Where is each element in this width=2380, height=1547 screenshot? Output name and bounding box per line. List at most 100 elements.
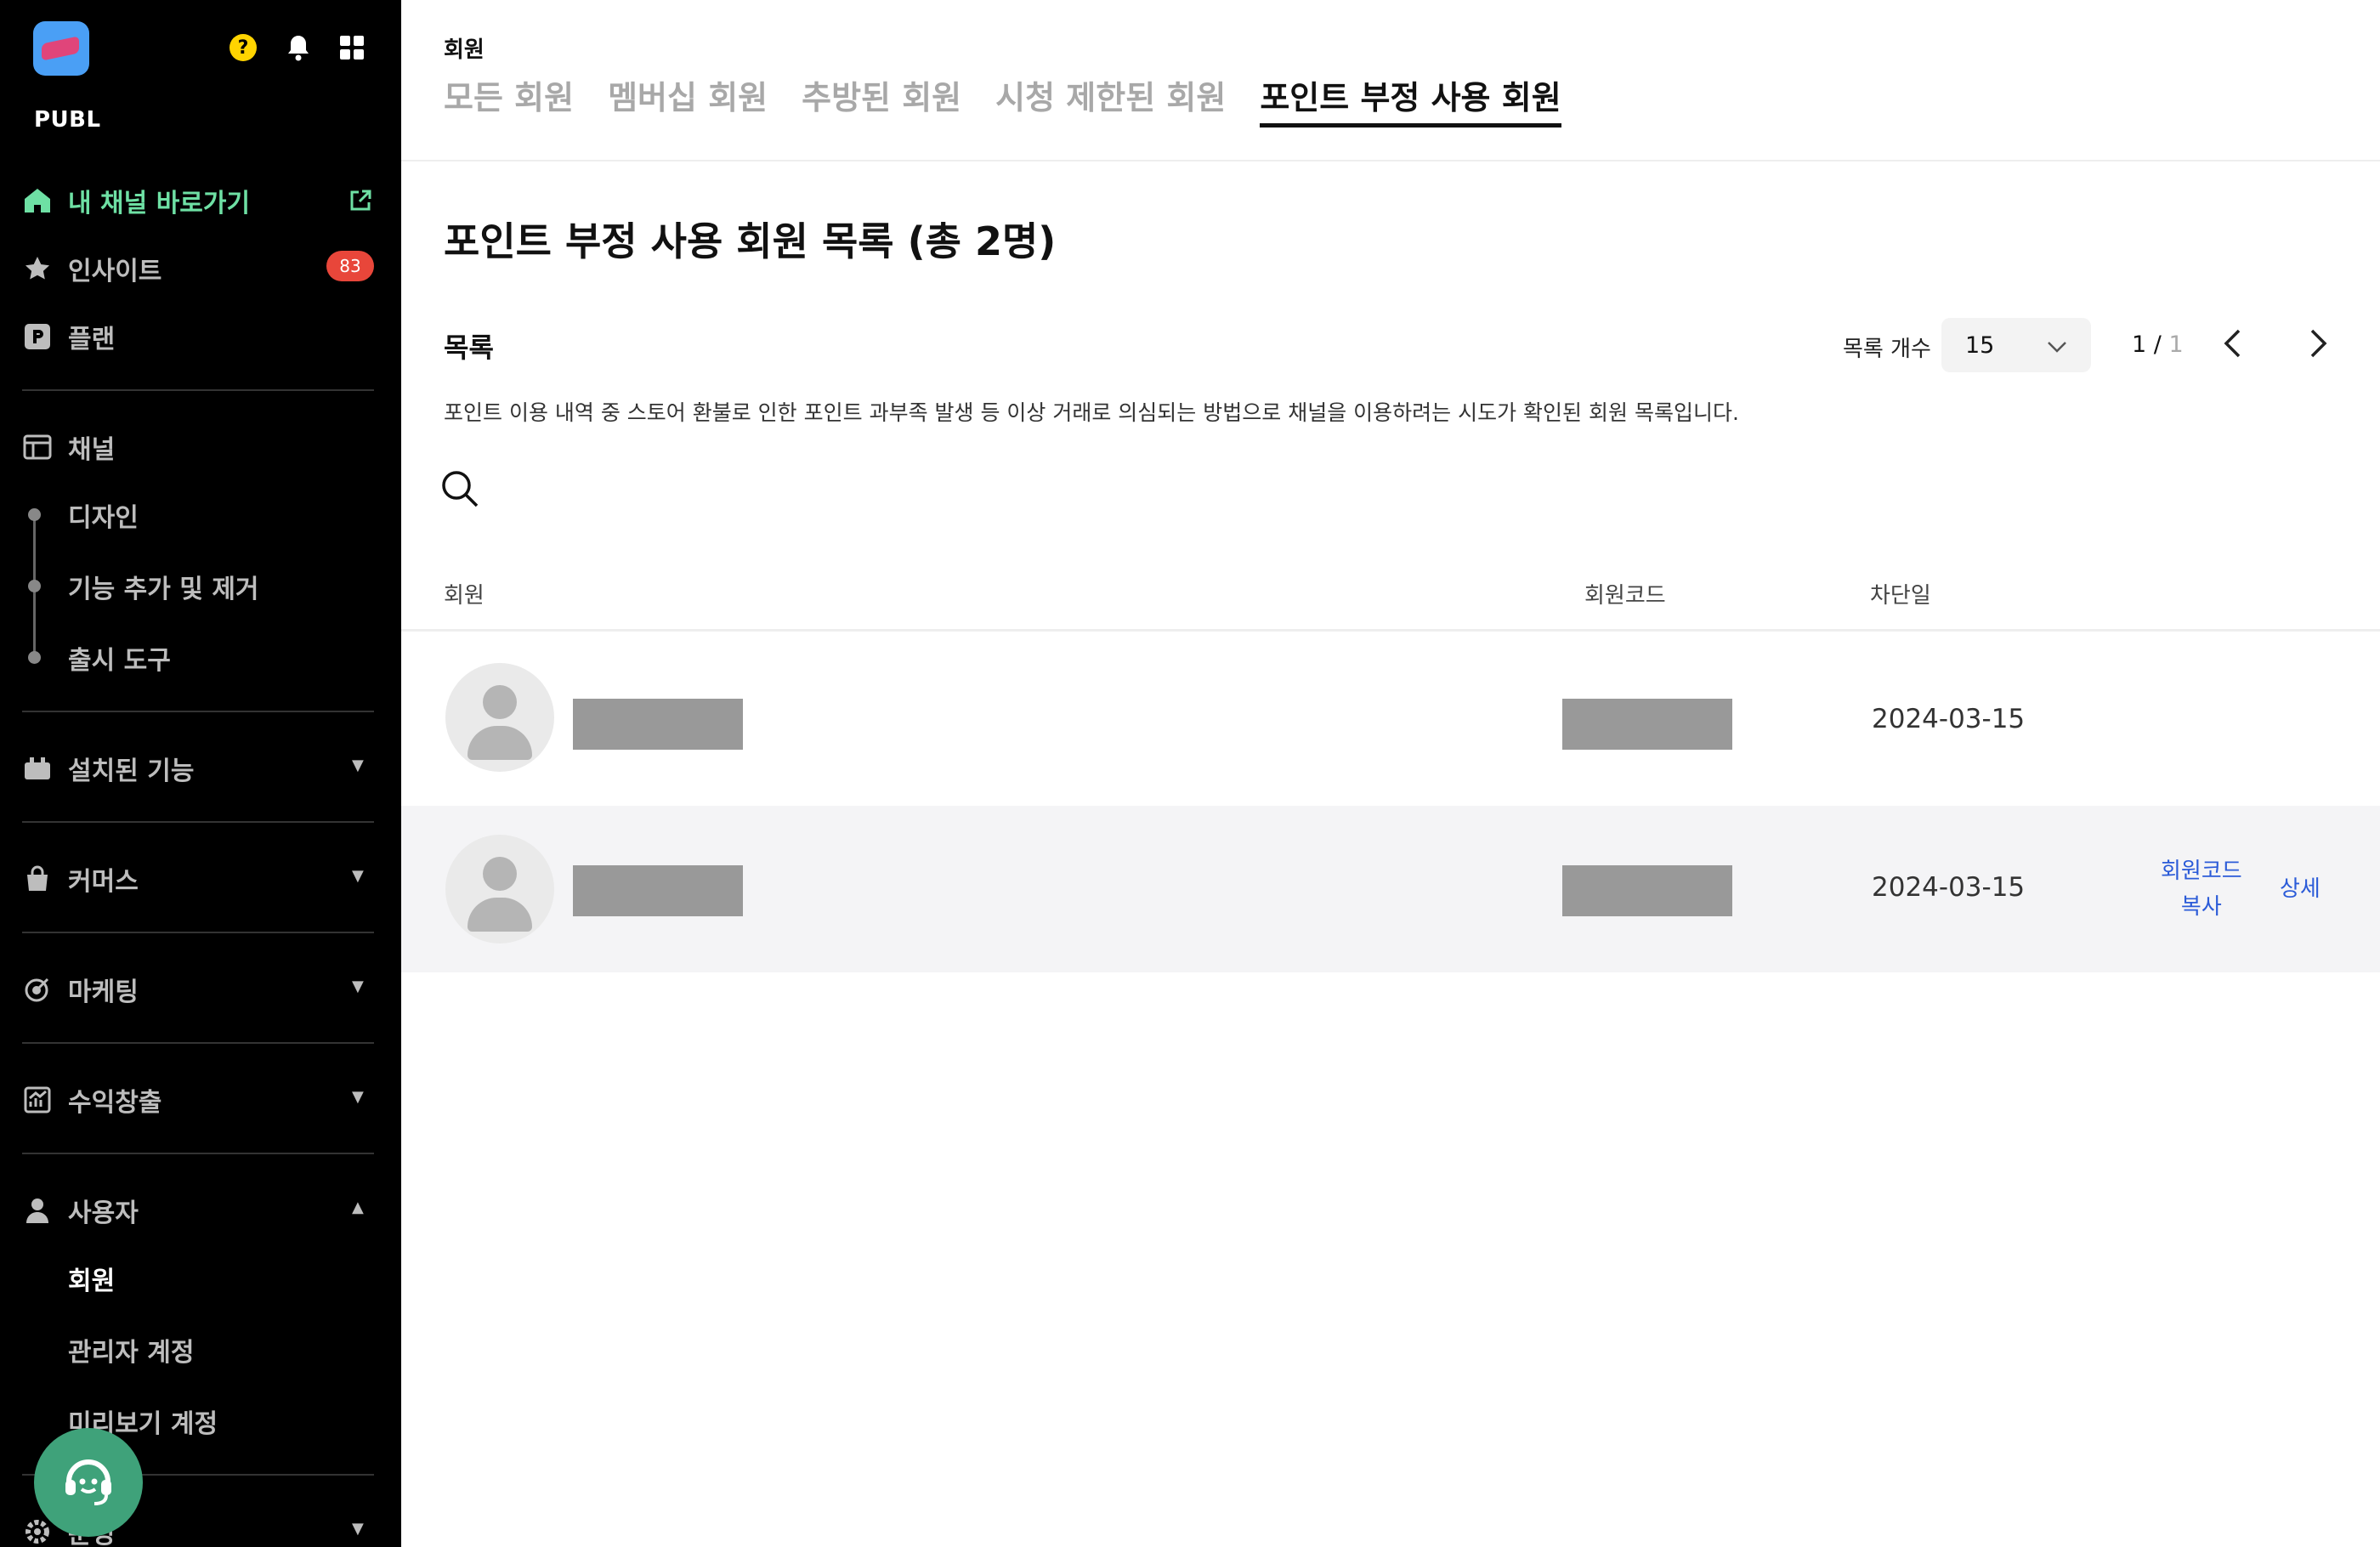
sidebar-item-label: 커머스 <box>68 867 139 897</box>
pagination-status: 1 / 1 <box>2132 332 2184 358</box>
sidebar: PUBL ? 내 채널 바로가기 인사이트 83 플랜 채널 디자인 기능 추가… <box>0 0 401 1547</box>
sidebar-item-launch-tools[interactable]: 출시 도구 <box>68 639 171 677</box>
pagination-current: 1 <box>2132 332 2147 358</box>
sidebar-item-channel-shortcut[interactable]: 내 채널 바로가기 <box>22 182 250 219</box>
sidebar-item-monetization[interactable]: 수익창출 <box>22 1081 162 1119</box>
home-icon <box>22 185 53 216</box>
column-header-member: 회원 <box>444 583 484 609</box>
target-icon <box>22 974 53 1005</box>
blocked-date: 2024-03-15 <box>1872 872 2026 903</box>
next-page-button[interactable] <box>2305 328 2331 362</box>
redacted-member-name <box>573 865 743 916</box>
header-divider <box>401 160 2380 162</box>
tab-restricted-members[interactable]: 시청 제한된 회원 <box>995 71 1226 128</box>
chevron-down-icon[interactable]: ▼ <box>352 1520 364 1538</box>
tree-dot <box>28 651 41 664</box>
page-size-label: 목록 개수 <box>1843 337 1931 362</box>
table-header-divider <box>401 629 2380 632</box>
chevron-down-icon[interactable]: ▼ <box>352 867 364 885</box>
sidebar-item-channel[interactable]: 채널 <box>22 428 115 466</box>
sidebar-item-label: 설치된 기능 <box>68 756 195 786</box>
column-header-blocked-date: 차단일 <box>1870 583 1931 609</box>
chevron-down-icon <box>2047 332 2067 359</box>
channel-name: PUBL <box>34 107 101 133</box>
tab-membership-members[interactable]: 멤버십 회원 <box>608 71 768 128</box>
detail-link[interactable]: 상세 <box>2280 871 2320 907</box>
sidebar-item-marketing[interactable]: 마케팅 <box>22 971 139 1008</box>
sidebar-divider <box>22 932 374 933</box>
copy-member-code-label: 복사 <box>2180 894 2222 920</box>
sidebar-divider <box>22 389 374 391</box>
chevron-up-icon[interactable]: ▲ <box>352 1198 364 1216</box>
sidebar-divider <box>22 821 374 823</box>
sidebar-item-design[interactable]: 디자인 <box>68 496 139 534</box>
sidebar-item-insight[interactable]: 인사이트 <box>22 250 162 287</box>
plugin-icon <box>22 753 53 784</box>
sidebar-item-commerce[interactable]: 커머스 <box>22 860 139 898</box>
apps-grid-icon[interactable] <box>340 36 364 60</box>
support-chat-button[interactable] <box>34 1428 143 1537</box>
sidebar-item-plan[interactable]: 플랜 <box>22 318 115 355</box>
tab-banned-members[interactable]: 추방된 회원 <box>802 71 961 128</box>
sidebar-item-members[interactable]: 회원 <box>68 1260 115 1297</box>
main-content: 회원 모든 회원 멤버십 회원 추방된 회원 시청 제한된 회원 포인트 부정 … <box>401 0 2380 1547</box>
copy-member-code-button[interactable]: 회원코드 복사 <box>2161 853 2242 925</box>
redacted-member-code <box>1562 699 1732 750</box>
shopping-bag-icon <box>22 864 53 894</box>
redacted-member-name <box>573 699 743 750</box>
app-logo[interactable] <box>33 21 89 76</box>
headset-icon <box>59 1451 118 1514</box>
redacted-member-code <box>1562 865 1732 916</box>
sidebar-item-users[interactable]: 사용자 <box>22 1192 139 1229</box>
pagination-total: 1 <box>2168 332 2184 358</box>
sidebar-item-installed-features[interactable]: 설치된 기능 <box>22 750 194 787</box>
sidebar-top-icons: ? <box>230 34 364 61</box>
page-size-select[interactable]: 15 <box>1941 318 2091 372</box>
star-icon <box>22 253 53 284</box>
sidebar-divider <box>22 711 374 712</box>
plan-p-icon <box>22 321 53 352</box>
external-link-icon[interactable] <box>348 189 372 216</box>
sidebar-item-feature-add-remove[interactable]: 기능 추가 및 제거 <box>68 568 259 605</box>
help-icon[interactable]: ? <box>230 34 257 61</box>
column-header-member-code: 회원코드 <box>1584 583 1666 609</box>
avatar <box>445 835 554 944</box>
list-description: 포인트 이용 내역 중 스토어 환불로 인한 포인트 과부족 발생 등 이상 거… <box>444 400 1739 425</box>
layout-icon <box>22 432 53 462</box>
gear-icon <box>22 1516 53 1547</box>
sidebar-item-label: 수익창출 <box>68 1088 162 1118</box>
sidebar-divider <box>22 1153 374 1154</box>
table-row[interactable]: 2024-03-15 <box>401 636 2380 802</box>
sidebar-item-label: 채널 <box>68 435 116 465</box>
tab-all-members[interactable]: 모든 회원 <box>444 71 574 128</box>
sidebar-divider <box>22 1042 374 1044</box>
previous-page-button[interactable] <box>2220 328 2246 362</box>
chevron-left-icon <box>2220 329 2246 362</box>
sidebar-item-admin-accounts[interactable]: 관리자 계정 <box>68 1331 194 1368</box>
bell-icon[interactable] <box>286 34 311 61</box>
list-section-title: 목록 <box>444 332 494 364</box>
page-title: 포인트 부정 사용 회원 목록 (총 2명) <box>444 218 1057 264</box>
chevron-down-icon[interactable]: ▼ <box>352 978 364 995</box>
sidebar-item-label: 내 채널 바로가기 <box>68 189 251 218</box>
user-icon <box>22 1195 53 1226</box>
page-size-value: 15 <box>1965 332 1995 359</box>
chart-icon <box>22 1085 53 1115</box>
blocked-date: 2024-03-15 <box>1872 704 2026 734</box>
insight-count-badge: 83 <box>326 251 374 281</box>
breadcrumb: 회원 <box>444 37 484 63</box>
tree-dot <box>28 580 41 592</box>
search-icon[interactable] <box>440 469 479 512</box>
chevron-right-icon <box>2305 329 2331 362</box>
chevron-down-icon[interactable]: ▼ <box>352 1088 364 1106</box>
copy-member-code-label: 회원코드 <box>2161 858 2242 884</box>
chevron-down-icon[interactable]: ▼ <box>352 756 364 774</box>
tree-dot <box>28 508 41 521</box>
member-tabs: 모든 회원 멤버십 회원 추방된 회원 시청 제한된 회원 포인트 부정 사용 … <box>444 71 1561 128</box>
pagination-separator: / <box>2146 332 2169 358</box>
sidebar-item-label: 플랜 <box>68 325 116 354</box>
tab-point-abuse-members[interactable]: 포인트 부정 사용 회원 <box>1260 71 1561 128</box>
avatar <box>445 663 554 772</box>
table-row[interactable]: 2024-03-15 회원코드 복사 상세 <box>401 806 2380 972</box>
sidebar-item-label: 마케팅 <box>68 978 139 1007</box>
